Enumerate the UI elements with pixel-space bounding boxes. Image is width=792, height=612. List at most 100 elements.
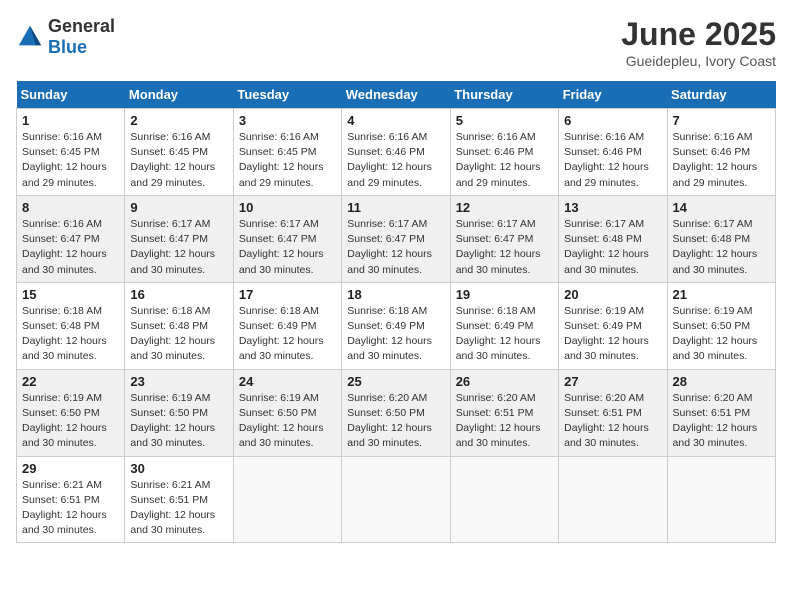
day-number: 1: [22, 113, 119, 128]
day-info: Sunrise: 6:16 AM Sunset: 6:47 PM Dayligh…: [22, 217, 119, 278]
day-info: Sunrise: 6:16 AM Sunset: 6:45 PM Dayligh…: [130, 130, 227, 191]
calendar-cell: 23 Sunrise: 6:19 AM Sunset: 6:50 PM Dayl…: [125, 369, 233, 456]
header: General Blue June 2025 Gueidepleu, Ivory…: [16, 16, 776, 69]
day-info: Sunrise: 6:18 AM Sunset: 6:48 PM Dayligh…: [22, 304, 119, 365]
day-number: 19: [456, 287, 553, 302]
day-info: Sunrise: 6:18 AM Sunset: 6:49 PM Dayligh…: [239, 304, 336, 365]
day-number: 29: [22, 461, 119, 476]
day-info: Sunrise: 6:17 AM Sunset: 6:47 PM Dayligh…: [239, 217, 336, 278]
day-info: Sunrise: 6:20 AM Sunset: 6:51 PM Dayligh…: [564, 391, 661, 452]
day-info: Sunrise: 6:20 AM Sunset: 6:50 PM Dayligh…: [347, 391, 444, 452]
day-info: Sunrise: 6:18 AM Sunset: 6:48 PM Dayligh…: [130, 304, 227, 365]
day-number: 3: [239, 113, 336, 128]
calendar-cell: 1 Sunrise: 6:16 AM Sunset: 6:45 PM Dayli…: [17, 109, 125, 196]
calendar-cell: 27 Sunrise: 6:20 AM Sunset: 6:51 PM Dayl…: [559, 369, 667, 456]
day-info: Sunrise: 6:17 AM Sunset: 6:47 PM Dayligh…: [347, 217, 444, 278]
day-info: Sunrise: 6:18 AM Sunset: 6:49 PM Dayligh…: [456, 304, 553, 365]
day-info: Sunrise: 6:17 AM Sunset: 6:48 PM Dayligh…: [564, 217, 661, 278]
day-number: 15: [22, 287, 119, 302]
weekday-header: Tuesday: [233, 81, 341, 109]
day-number: 24: [239, 374, 336, 389]
day-number: 26: [456, 374, 553, 389]
calendar-cell: 4 Sunrise: 6:16 AM Sunset: 6:46 PM Dayli…: [342, 109, 450, 196]
day-info: Sunrise: 6:19 AM Sunset: 6:50 PM Dayligh…: [239, 391, 336, 452]
day-info: Sunrise: 6:19 AM Sunset: 6:49 PM Dayligh…: [564, 304, 661, 365]
day-number: 20: [564, 287, 661, 302]
day-number: 16: [130, 287, 227, 302]
day-info: Sunrise: 6:16 AM Sunset: 6:45 PM Dayligh…: [239, 130, 336, 191]
calendar-cell: [559, 456, 667, 543]
day-number: 23: [130, 374, 227, 389]
page-title: June 2025: [621, 16, 776, 53]
day-number: 5: [456, 113, 553, 128]
calendar-cell: 30 Sunrise: 6:21 AM Sunset: 6:51 PM Dayl…: [125, 456, 233, 543]
day-number: 13: [564, 200, 661, 215]
day-number: 10: [239, 200, 336, 215]
calendar-table: SundayMondayTuesdayWednesdayThursdayFrid…: [16, 81, 776, 543]
day-number: 28: [673, 374, 770, 389]
calendar-week-row: 22 Sunrise: 6:19 AM Sunset: 6:50 PM Dayl…: [17, 369, 776, 456]
day-number: 17: [239, 287, 336, 302]
day-number: 2: [130, 113, 227, 128]
calendar-cell: 8 Sunrise: 6:16 AM Sunset: 6:47 PM Dayli…: [17, 195, 125, 282]
day-info: Sunrise: 6:18 AM Sunset: 6:49 PM Dayligh…: [347, 304, 444, 365]
calendar-cell: 19 Sunrise: 6:18 AM Sunset: 6:49 PM Dayl…: [450, 282, 558, 369]
weekday-header: Monday: [125, 81, 233, 109]
day-info: Sunrise: 6:21 AM Sunset: 6:51 PM Dayligh…: [22, 478, 119, 539]
day-number: 11: [347, 200, 444, 215]
calendar-cell: 18 Sunrise: 6:18 AM Sunset: 6:49 PM Dayl…: [342, 282, 450, 369]
day-number: 7: [673, 113, 770, 128]
calendar-cell: 25 Sunrise: 6:20 AM Sunset: 6:50 PM Dayl…: [342, 369, 450, 456]
weekday-header: Thursday: [450, 81, 558, 109]
day-info: Sunrise: 6:16 AM Sunset: 6:46 PM Dayligh…: [564, 130, 661, 191]
calendar-cell: [450, 456, 558, 543]
day-info: Sunrise: 6:19 AM Sunset: 6:50 PM Dayligh…: [130, 391, 227, 452]
calendar-cell: 5 Sunrise: 6:16 AM Sunset: 6:46 PM Dayli…: [450, 109, 558, 196]
calendar-cell: 26 Sunrise: 6:20 AM Sunset: 6:51 PM Dayl…: [450, 369, 558, 456]
logo: General Blue: [16, 16, 115, 58]
day-number: 4: [347, 113, 444, 128]
calendar-cell: 29 Sunrise: 6:21 AM Sunset: 6:51 PM Dayl…: [17, 456, 125, 543]
calendar-week-row: 1 Sunrise: 6:16 AM Sunset: 6:45 PM Dayli…: [17, 109, 776, 196]
calendar-cell: 3 Sunrise: 6:16 AM Sunset: 6:45 PM Dayli…: [233, 109, 341, 196]
day-number: 8: [22, 200, 119, 215]
day-info: Sunrise: 6:20 AM Sunset: 6:51 PM Dayligh…: [673, 391, 770, 452]
day-number: 14: [673, 200, 770, 215]
calendar-cell: 20 Sunrise: 6:19 AM Sunset: 6:49 PM Dayl…: [559, 282, 667, 369]
day-number: 27: [564, 374, 661, 389]
logo-general: General: [48, 16, 115, 36]
calendar-week-row: 15 Sunrise: 6:18 AM Sunset: 6:48 PM Dayl…: [17, 282, 776, 369]
day-number: 25: [347, 374, 444, 389]
calendar-cell: 7 Sunrise: 6:16 AM Sunset: 6:46 PM Dayli…: [667, 109, 775, 196]
day-info: Sunrise: 6:16 AM Sunset: 6:46 PM Dayligh…: [456, 130, 553, 191]
day-info: Sunrise: 6:16 AM Sunset: 6:45 PM Dayligh…: [22, 130, 119, 191]
calendar-cell: 21 Sunrise: 6:19 AM Sunset: 6:50 PM Dayl…: [667, 282, 775, 369]
logo-blue: Blue: [48, 37, 87, 57]
calendar-cell: 11 Sunrise: 6:17 AM Sunset: 6:47 PM Dayl…: [342, 195, 450, 282]
day-number: 22: [22, 374, 119, 389]
day-number: 6: [564, 113, 661, 128]
calendar-cell: 28 Sunrise: 6:20 AM Sunset: 6:51 PM Dayl…: [667, 369, 775, 456]
day-number: 21: [673, 287, 770, 302]
calendar-cell: 6 Sunrise: 6:16 AM Sunset: 6:46 PM Dayli…: [559, 109, 667, 196]
calendar-cell: 12 Sunrise: 6:17 AM Sunset: 6:47 PM Dayl…: [450, 195, 558, 282]
calendar-cell: 2 Sunrise: 6:16 AM Sunset: 6:45 PM Dayli…: [125, 109, 233, 196]
page-subtitle: Gueidepleu, Ivory Coast: [621, 53, 776, 69]
day-number: 18: [347, 287, 444, 302]
calendar-week-row: 29 Sunrise: 6:21 AM Sunset: 6:51 PM Dayl…: [17, 456, 776, 543]
calendar-cell: [233, 456, 341, 543]
title-area: June 2025 Gueidepleu, Ivory Coast: [621, 16, 776, 69]
weekday-header-row: SundayMondayTuesdayWednesdayThursdayFrid…: [17, 81, 776, 109]
day-number: 9: [130, 200, 227, 215]
calendar-cell: 14 Sunrise: 6:17 AM Sunset: 6:48 PM Dayl…: [667, 195, 775, 282]
logo-icon: [16, 23, 44, 51]
calendar-cell: 13 Sunrise: 6:17 AM Sunset: 6:48 PM Dayl…: [559, 195, 667, 282]
calendar-cell: 15 Sunrise: 6:18 AM Sunset: 6:48 PM Dayl…: [17, 282, 125, 369]
day-info: Sunrise: 6:21 AM Sunset: 6:51 PM Dayligh…: [130, 478, 227, 539]
calendar-cell: 24 Sunrise: 6:19 AM Sunset: 6:50 PM Dayl…: [233, 369, 341, 456]
calendar-cell: 10 Sunrise: 6:17 AM Sunset: 6:47 PM Dayl…: [233, 195, 341, 282]
day-info: Sunrise: 6:20 AM Sunset: 6:51 PM Dayligh…: [456, 391, 553, 452]
day-info: Sunrise: 6:19 AM Sunset: 6:50 PM Dayligh…: [673, 304, 770, 365]
day-info: Sunrise: 6:19 AM Sunset: 6:50 PM Dayligh…: [22, 391, 119, 452]
day-info: Sunrise: 6:17 AM Sunset: 6:47 PM Dayligh…: [130, 217, 227, 278]
